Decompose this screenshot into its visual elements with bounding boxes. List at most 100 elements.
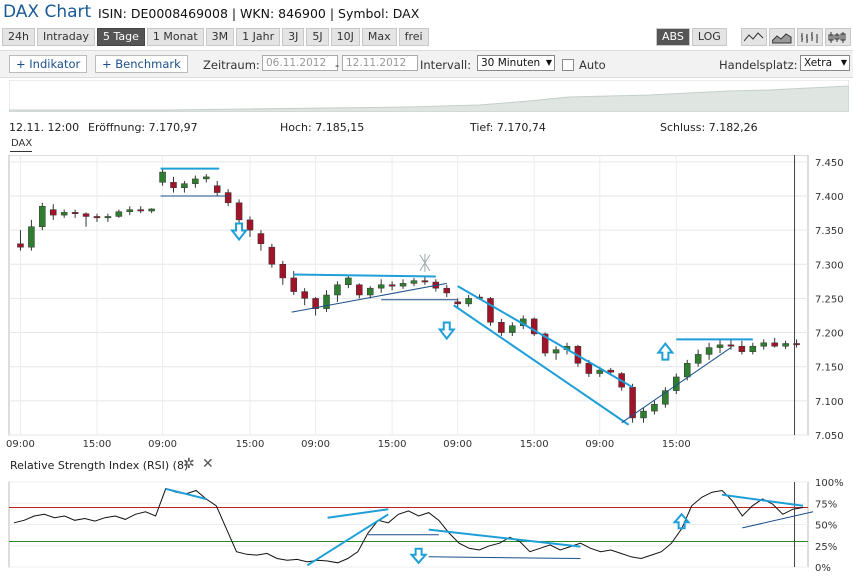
candle-body bbox=[39, 205, 46, 227]
y-tick-label: 7.350 bbox=[815, 226, 844, 237]
date-dash: - bbox=[335, 58, 340, 72]
close-icon[interactable]: ✕ bbox=[202, 456, 214, 472]
x-tick-label: 15:00 bbox=[662, 439, 691, 450]
rsi-tick-label: 50% bbox=[815, 521, 837, 532]
candle-body bbox=[509, 325, 516, 333]
gear-icon[interactable]: ✲ bbox=[183, 456, 195, 472]
intervall-value: 30 Minuten bbox=[481, 57, 541, 69]
candle-body bbox=[279, 264, 287, 279]
candle-body bbox=[115, 211, 123, 217]
y-tick-label: 7.150 bbox=[815, 363, 844, 374]
candle-body bbox=[771, 342, 778, 347]
x-tick-label: 15:00 bbox=[83, 439, 112, 450]
line-chart-icon[interactable] bbox=[741, 28, 767, 46]
candle-body bbox=[181, 183, 188, 189]
period-tab-7[interactable]: 5J bbox=[306, 28, 329, 46]
ohlc-chart-icon[interactable] bbox=[797, 28, 823, 46]
line-chart-icon-glyph bbox=[744, 32, 764, 42]
rsi-tick-label: 100% bbox=[815, 478, 844, 489]
candle-chart-icon[interactable] bbox=[825, 28, 851, 46]
candle-body bbox=[596, 369, 604, 374]
candle-body bbox=[585, 363, 593, 374]
y-tick-label: 7.200 bbox=[815, 329, 844, 340]
x-tick-label: 15:00 bbox=[378, 439, 407, 450]
candle-body bbox=[224, 192, 232, 204]
candle-body bbox=[137, 209, 144, 212]
candle-body bbox=[727, 344, 735, 347]
candle-body bbox=[148, 208, 155, 212]
rsi-chart[interactable]: 100% 75% 50% 25% 0% bbox=[0, 477, 853, 577]
candle-body bbox=[487, 298, 494, 323]
y-tick-label: 7.250 bbox=[815, 294, 844, 305]
intervall-select[interactable]: 30 Minuten ▼ bbox=[477, 55, 555, 71]
candle-body bbox=[694, 354, 702, 364]
zeitraum-label: Zeitraum: bbox=[203, 58, 260, 72]
ohlc-chart-icon-glyph bbox=[801, 32, 818, 43]
period-tab-4[interactable]: 3M bbox=[205, 28, 235, 46]
auto-label: Auto bbox=[579, 58, 606, 72]
series-tag-underline bbox=[10, 151, 32, 152]
candle-body bbox=[50, 209, 57, 216]
mode-tab-1[interactable]: LOG bbox=[691, 28, 727, 46]
period-tab-10[interactable]: frei bbox=[398, 28, 429, 46]
x-tick-label: 15:00 bbox=[236, 439, 265, 450]
candlestick-chart[interactable]: 7.450 7.400 7.350 7.300 7.250 7.200 7.150 7.100… bbox=[0, 155, 853, 452]
candle-body bbox=[366, 287, 374, 296]
mode-tab-0[interactable]: ABS bbox=[656, 28, 690, 46]
candle-body bbox=[738, 345, 746, 352]
y-tick-label: 7.100 bbox=[815, 397, 844, 408]
line-chart-icon-path bbox=[744, 32, 764, 42]
mountain-chart-icon[interactable] bbox=[769, 28, 795, 46]
period-tab-5[interactable]: 1 Jahr bbox=[236, 28, 281, 46]
x-tick-label: 09:00 bbox=[148, 439, 177, 450]
chevron-down-icon: ▼ bbox=[840, 58, 847, 67]
mountain-chart-icon-path bbox=[772, 33, 792, 44]
candle-body bbox=[71, 212, 79, 214]
candle-body bbox=[268, 246, 276, 265]
info-time: 12.11. 12:00 bbox=[9, 121, 80, 134]
handelsplatz-label: Handelsplatz: bbox=[719, 58, 798, 72]
period-tab-3[interactable]: 1 Monat bbox=[146, 28, 204, 46]
candle-body bbox=[465, 298, 472, 305]
auto-checkbox[interactable] bbox=[562, 59, 574, 71]
add-indicator-button[interactable]: + Indikator bbox=[9, 55, 88, 73]
period-tab-0[interactable]: 24h bbox=[2, 28, 35, 46]
candle-body bbox=[246, 219, 254, 231]
candle-body bbox=[705, 347, 713, 355]
navigator-overview[interactable] bbox=[9, 80, 849, 112]
candle-body bbox=[334, 284, 341, 296]
candle-body bbox=[683, 363, 691, 378]
handelsplatz-select[interactable]: Xetra ▼ bbox=[800, 55, 850, 71]
candle-body bbox=[760, 342, 767, 347]
candle-body bbox=[235, 202, 243, 221]
info-close: Schluss: 7.182,26 bbox=[660, 121, 758, 134]
candle-body bbox=[60, 212, 68, 216]
period-tab-6[interactable]: 3J bbox=[282, 28, 305, 46]
handelsplatz-value: Xetra bbox=[804, 57, 833, 69]
period-tab-1[interactable]: Intraday bbox=[36, 28, 95, 46]
chart-title: DAX Chart bbox=[3, 2, 92, 22]
candle-body bbox=[749, 345, 757, 352]
candle-body bbox=[410, 280, 418, 284]
period-tab-9[interactable]: Max bbox=[361, 28, 397, 46]
scale-mode-tabs: ABS LOG bbox=[656, 28, 727, 46]
candle-body bbox=[421, 280, 429, 283]
candle-body bbox=[607, 369, 614, 373]
add-benchmark-button[interactable]: + Benchmark bbox=[95, 55, 188, 73]
candle-body bbox=[498, 322, 505, 333]
intervall-label: Intervall: bbox=[420, 58, 472, 72]
period-tab-8[interactable]: 10J bbox=[330, 28, 360, 46]
candle-chart-icon-glyph bbox=[828, 32, 846, 43]
y-tick-label: 7.400 bbox=[815, 192, 844, 203]
y-tick-label: 7.050 bbox=[815, 431, 844, 442]
date-from-input[interactable]: 06.11.2012 bbox=[262, 55, 338, 71]
candle-body bbox=[323, 294, 330, 309]
period-tab-2[interactable]: 5 Tage bbox=[97, 28, 145, 46]
candle-body bbox=[454, 301, 461, 305]
date-to-input[interactable]: 12.11.2012 bbox=[342, 55, 418, 71]
candle-body bbox=[104, 216, 112, 219]
candle-body bbox=[651, 404, 658, 412]
toolbar: + Indikator + Benchmark Zeitraum: 06.11.… bbox=[0, 50, 853, 78]
plot-area bbox=[8, 155, 809, 436]
info-open: Eröffnung: 7.170,97 bbox=[88, 121, 198, 134]
